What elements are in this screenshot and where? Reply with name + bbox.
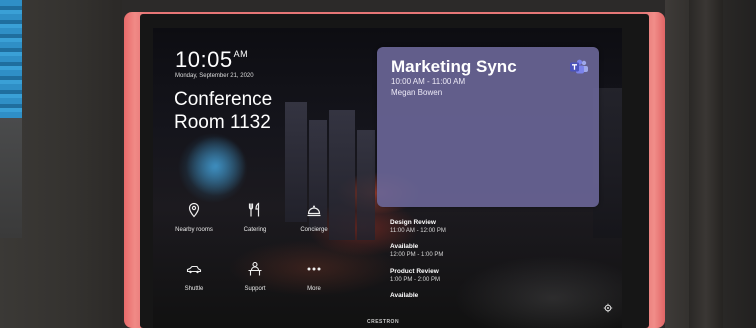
fork-knife-icon: [247, 202, 263, 218]
concierge-bell-icon: [306, 202, 322, 218]
schedule-item-time: 11:00 AM - 12:00 PM: [390, 228, 446, 234]
room-panel-ui: 10:05AM Monday, September 21, 2020 Confe…: [153, 28, 622, 328]
background-grey-panel: [0, 118, 22, 238]
background-wall-left: [0, 0, 122, 328]
clock-ampm: AM: [233, 49, 249, 59]
room-name-line1: Conference: [174, 89, 273, 110]
current-meeting-card[interactable]: Marketing Sync 10:00 AM - 11:00 AM Megan…: [377, 47, 599, 207]
clock: 10:05AM: [175, 47, 248, 73]
room-name-line2: Room 1132: [174, 112, 271, 133]
schedule-item[interactable]: Product Review 1:00 PM - 2:00 PM: [390, 268, 440, 283]
support-label: Support: [244, 286, 266, 292]
nearby-rooms-label: Nearby rooms: [175, 227, 213, 233]
microsoft-teams-icon: [569, 59, 589, 75]
meeting-time: 10:00 AM - 11:00 AM: [391, 77, 466, 86]
schedule-item[interactable]: Design Review 11:00 AM - 12:00 PM: [390, 219, 446, 234]
clock-time: 10:05: [175, 47, 233, 72]
catering-label: Catering: [243, 227, 267, 233]
background-beam: [689, 0, 723, 328]
catering-button[interactable]: Catering: [225, 202, 285, 233]
settings-gear-icon[interactable]: [603, 300, 613, 313]
more-button[interactable]: More: [284, 261, 344, 292]
schedule-item[interactable]: Available: [390, 292, 418, 301]
meeting-organizer: Megan Bowen: [391, 88, 443, 97]
nearby-rooms-button[interactable]: Nearby rooms: [164, 202, 224, 233]
schedule-item-title: Product Review: [390, 268, 439, 275]
concierge-button[interactable]: Concierge: [284, 202, 344, 233]
location-pin-icon: [186, 202, 202, 218]
background-blue-panel: [0, 0, 22, 118]
car-icon: [186, 261, 202, 277]
shuttle-label: Shuttle: [184, 286, 204, 292]
room-name: Conference Room 1132: [174, 88, 304, 134]
schedule-item-time: 1:00 PM - 2:00 PM: [390, 277, 441, 283]
shuttle-button[interactable]: Shuttle: [164, 261, 224, 292]
concierge-label: Concierge: [300, 227, 328, 233]
current-date: Monday, September 21, 2020: [175, 73, 254, 79]
more-dots-icon: [306, 261, 322, 277]
device-brand-logo: CRESTRON: [367, 319, 400, 325]
schedule-item-title: Available: [390, 292, 419, 299]
background-wall-right: [665, 0, 756, 328]
schedule-item[interactable]: Available 12:00 PM - 1:00 PM: [390, 243, 443, 258]
touch-screen: 10:05AM Monday, September 21, 2020 Confe…: [153, 28, 622, 328]
support-desk-icon: [247, 261, 263, 277]
schedule-item-title: Available: [390, 243, 419, 250]
schedule-item-title: Design Review: [390, 219, 436, 226]
schedule-item-time: 12:00 PM - 1:00 PM: [390, 252, 444, 258]
more-label: More: [307, 286, 321, 292]
meeting-title: Marketing Sync: [391, 57, 517, 76]
support-button[interactable]: Support: [225, 261, 285, 292]
